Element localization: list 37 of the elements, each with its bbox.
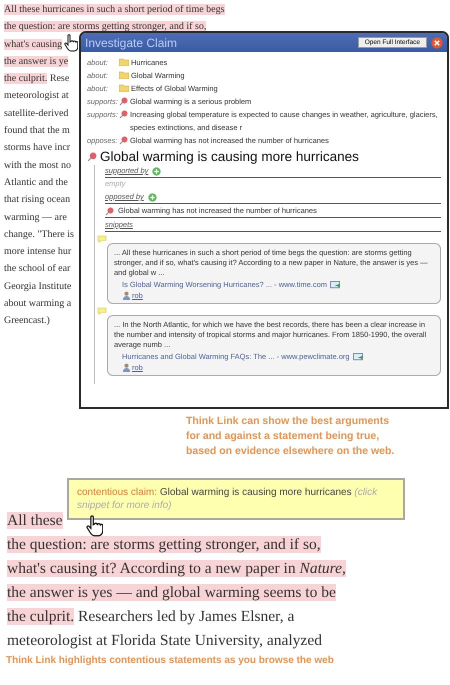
article-line: Greencast.) [4,314,50,328]
article-line: the culprit. Rese [4,72,70,86]
note-icon [97,307,107,315]
article-line: with the most no [4,158,71,173]
article-line: more intense hur [4,245,72,260]
tooltip: contentious claim: Global warming is causing more hurricanes (click snippet for more info) [67,478,405,520]
article-line: warming — are [4,210,67,225]
window-title: Investigate Claim [85,36,178,50]
article-line: Atlantic and the [4,176,68,190]
article-line: meteorologist at Florida State University, analyzed [7,631,322,651]
add-icon[interactable] [152,166,162,176]
pushpin-icon [119,136,128,145]
article-line: the culprit. Researchers led by James Elsner, a [7,607,294,627]
snippet-card[interactable] [107,243,441,304]
article-line: found that the m [4,124,70,138]
close-icon[interactable] [431,36,443,48]
article-line: that rising ocean [4,193,70,208]
hand-cursor-icon [86,515,103,537]
article-line: storms have incr [4,141,70,156]
article-line: change. "There is [4,228,74,242]
pushpin-icon [87,152,97,162]
add-icon[interactable] [148,192,157,202]
user-icon [122,291,131,300]
snippet-card[interactable] [107,315,441,376]
pushpin-icon [105,206,114,216]
claim-heading: Global warming is causing more hurricanes [100,149,359,164]
article-line: meteorologist at [4,89,69,104]
pushpin-icon [119,97,128,106]
article-line: the school of ear [4,262,70,276]
pushpin-icon [119,110,128,119]
article-line: Georgia Institute [4,280,72,294]
user-icon [122,363,131,372]
article-line: about warming a [4,297,72,312]
caption: Think Link can show the best arguments for and against a statement being true, based on evidence elsewhere on the web. [186,414,396,459]
caption: Think Link highlights contentious statements as you browse the web [6,655,335,666]
note-icon [97,235,107,243]
article-line: satellite-derived [4,106,68,121]
